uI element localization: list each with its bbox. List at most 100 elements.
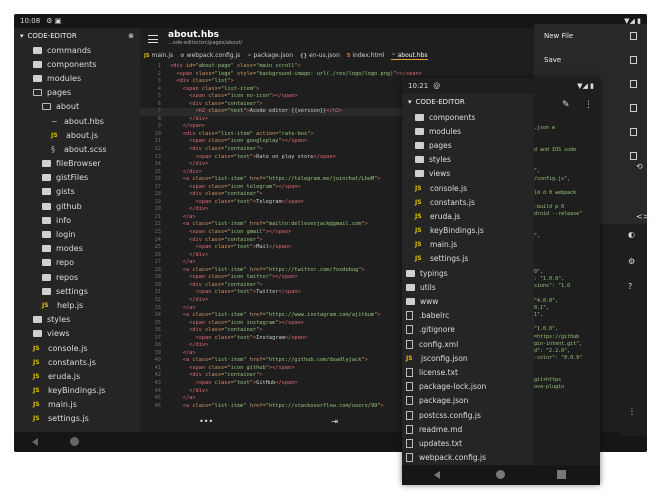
tree-item[interactable]: § about.scss xyxy=(14,142,140,156)
code-peek-line xyxy=(534,183,600,190)
tree-item-label: console.js xyxy=(48,343,88,353)
phone-code-peek: .json ⊗ d and IOS code ",/config.js", ld d … xyxy=(534,118,600,465)
edit-icon[interactable]: ✎ xyxy=(562,100,570,110)
tree-item[interactable]: modules xyxy=(14,71,140,85)
action-icon[interactable]: ⟲ xyxy=(636,162,643,171)
action-icon[interactable]: <> xyxy=(636,212,649,221)
editor-tab[interactable]: ⚙ webpack.config.js xyxy=(180,52,240,59)
tree-item[interactable]: repo xyxy=(14,256,140,270)
tree-item[interactable]: login xyxy=(14,227,140,241)
home-icon[interactable] xyxy=(70,437,79,446)
toolbar-icon[interactable]: ••• xyxy=(199,417,213,426)
editor-tab[interactable]: {} en-us.json xyxy=(300,52,340,59)
editor-tab[interactable]: 5 index.html xyxy=(347,52,384,59)
menu-item[interactable]: Save xyxy=(534,48,647,72)
tree-item[interactable]: components xyxy=(14,57,140,71)
editor-tab[interactable]: ~ about.hbs xyxy=(391,52,428,60)
status-icons: ⚙ ▣ xyxy=(46,17,62,25)
tree-item-label: updates.txt xyxy=(419,438,463,448)
editor-tab[interactable]: JS main.js xyxy=(144,52,173,59)
tree-item[interactable]: commands xyxy=(14,43,140,57)
toolbar-icon[interactable]: ⇥ xyxy=(331,417,338,426)
code-peek-line xyxy=(534,219,600,226)
tree-item[interactable]: github xyxy=(14,199,140,213)
folder-icon xyxy=(415,141,424,149)
code-text: <a class="list-item" href="https://githu… xyxy=(182,357,368,364)
code-text: <span class="text">Telegram</span> xyxy=(195,198,304,205)
tree-item[interactable]: JS constants.js xyxy=(14,355,140,369)
file-type-icon: JS xyxy=(144,52,150,59)
tree-item[interactable]: JS settings.js xyxy=(14,412,140,426)
action-icon[interactable]: ◐ xyxy=(628,230,635,239)
tree-item[interactable]: about xyxy=(14,100,140,114)
tree-item-label: help.js xyxy=(57,300,84,310)
code-peek-line: /config.js", xyxy=(534,175,571,182)
close-icon[interactable]: ⊗ xyxy=(128,32,134,40)
code-peek-line xyxy=(534,291,600,298)
tree-item[interactable]: ~ about.hbs xyxy=(14,114,140,128)
code-peek-line xyxy=(534,118,600,125)
menu-icon[interactable] xyxy=(148,35,158,43)
tree-item[interactable]: repos xyxy=(14,270,140,284)
folder-icon xyxy=(42,188,51,196)
code-peek-line xyxy=(534,319,600,326)
back-icon[interactable] xyxy=(32,438,38,446)
line-number: 43 xyxy=(154,379,161,386)
line-number: 23 xyxy=(154,229,161,236)
recents-icon[interactable] xyxy=(557,470,566,479)
code-text: <div class="container"> xyxy=(189,146,263,153)
tree-item[interactable]: JS main.js xyxy=(14,398,140,412)
tree-item-label: .babelrc xyxy=(419,311,450,321)
menu-item-icon xyxy=(630,128,637,136)
folder-icon xyxy=(42,231,51,239)
line-number: 36 xyxy=(154,327,161,334)
code-text: <span class="text">Rate on play store</s… xyxy=(195,153,336,160)
tree-item-label: components xyxy=(429,112,476,122)
code-text: <div class="list-item" action="rate-box"… xyxy=(182,130,314,137)
tree-item-label: modules xyxy=(47,73,82,83)
tree-item[interactable]: gistFiles xyxy=(14,171,140,185)
tree-item[interactable]: JS console.js xyxy=(14,341,140,355)
tree-item[interactable]: settings xyxy=(14,284,140,298)
menu-item[interactable]: New File xyxy=(534,24,647,48)
code-text: </a> xyxy=(182,259,196,266)
tree-item-label: pages xyxy=(47,88,72,98)
line-number: 25 xyxy=(154,244,161,251)
tree-item[interactable]: pages xyxy=(14,86,140,100)
tree-item[interactable]: styles xyxy=(14,313,140,327)
more-icon[interactable]: ⋮ xyxy=(584,100,593,110)
tree-item[interactable]: fileBrowser xyxy=(14,157,140,171)
code-text: </div> xyxy=(189,251,209,258)
tree-item-label: config.xml xyxy=(419,339,459,349)
menu-item-icon xyxy=(630,32,637,40)
action-icon[interactable]: ? xyxy=(628,282,632,291)
code-peek-line xyxy=(534,370,600,377)
sidebar-header[interactable]: ▾ CODE-EDITOR ⊗ xyxy=(14,28,140,43)
tree-item-label: jsconfig.json xyxy=(421,353,468,363)
action-icon[interactable]: ⚙ xyxy=(628,257,635,266)
tree-item-label: fileBrowser xyxy=(56,159,101,169)
tree-item[interactable]: views xyxy=(14,327,140,341)
js-file-icon: JS xyxy=(415,184,422,192)
folder-icon xyxy=(33,46,42,54)
tree-item[interactable]: JS help.js xyxy=(14,298,140,312)
folder-icon xyxy=(33,89,42,97)
line-number: 10 xyxy=(154,130,161,137)
code-peek-line: : "1.0.0", xyxy=(534,276,565,283)
code-text: </a> xyxy=(182,213,196,220)
folder-icon xyxy=(42,160,51,168)
tree-item[interactable]: JS about.js xyxy=(14,128,140,142)
action-icon[interactable]: ⋮ xyxy=(628,407,636,416)
home-icon[interactable] xyxy=(496,470,505,479)
tree-item[interactable]: JS keyBindings.js xyxy=(14,384,140,398)
tree-item[interactable]: modes xyxy=(14,242,140,256)
line-number: 37 xyxy=(154,334,161,341)
tree-item[interactable]: JS eruda.js xyxy=(14,369,140,383)
tree-item[interactable]: gists xyxy=(14,185,140,199)
back-icon[interactable] xyxy=(434,471,440,479)
tree-item[interactable]: info xyxy=(14,213,140,227)
tree-item-label: about.js xyxy=(66,130,99,140)
code-text: <span class="icon googleplay"></span> xyxy=(189,138,308,145)
line-number: 6 xyxy=(157,100,161,107)
editor-tab[interactable]: ~ package.json xyxy=(247,52,293,59)
